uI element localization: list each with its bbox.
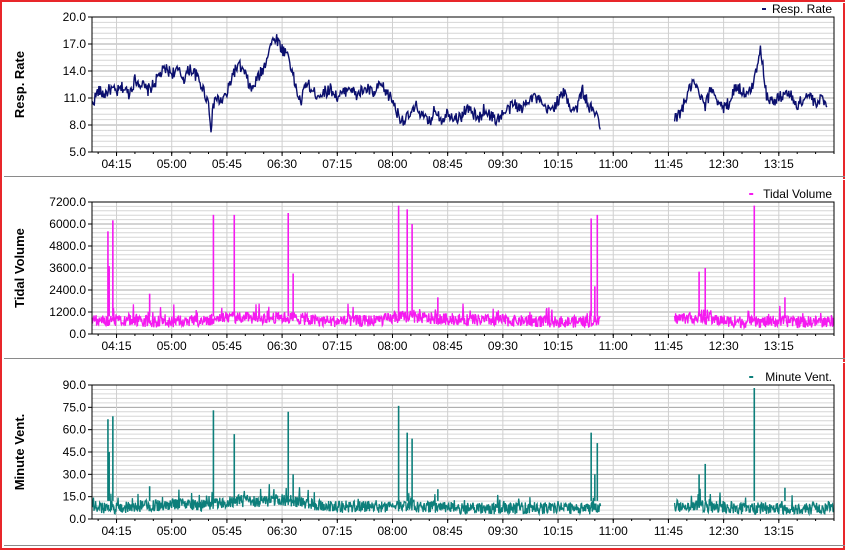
x-tick-label: 08:45: [433, 339, 463, 353]
y-tick-label: 0.0: [69, 512, 86, 526]
y-tick-label: 4800.0: [49, 239, 86, 253]
x-tick-label: 04:15: [102, 524, 132, 538]
minute-vent-panel: 0.0 15.0 30.0 45.0 60.0 75.0 90.0 04:15 05:00 05:…: [4, 362, 845, 546]
y-tick-label: 3600.0: [49, 261, 86, 275]
legend-label: Resp. Rate: [772, 3, 832, 16]
y-tick-label: 8.0: [69, 118, 86, 132]
y-tick-label: 6000.0: [49, 217, 86, 231]
y-tick-label: 0.0: [69, 327, 86, 341]
x-tick-label: 07:15: [322, 339, 352, 353]
y-tick-label: 75.0: [63, 400, 87, 414]
x-tick-label: 07:15: [322, 524, 352, 538]
x-tick-label: 11:00: [599, 524, 628, 538]
x-tick-label: 13:15: [764, 157, 794, 171]
x-tick-label: 06:30: [267, 157, 297, 171]
resp-rate-panel: 5.0 8.0 11.0 14.0 17.0 20.0 04:15 05:00 05:45 06:…: [4, 2, 845, 177]
chart-window: 5.0 8.0 11.0 14.0 17.0 20.0 04:15 05:00 05:45 06:…: [0, 0, 845, 550]
x-tick-label: 11:45: [654, 524, 683, 538]
y-tick-label: 17.0: [63, 37, 87, 51]
x-tick-label: 11:45: [654, 157, 683, 171]
x-tick-label: 08:00: [377, 157, 407, 171]
x-tick-label: 06:30: [267, 524, 297, 538]
y-axis-label: Minute Vent.: [12, 414, 27, 491]
y-tick-label: 7200.0: [49, 195, 86, 209]
x-tick-label: 05:00: [157, 339, 187, 353]
y-tick-label: 14.0: [63, 64, 87, 78]
x-tick-label: 05:45: [212, 524, 242, 538]
y-tick-label: 15.0: [63, 490, 87, 504]
x-tick-label: 10:15: [543, 339, 573, 353]
legend-label: Minute Vent.: [765, 370, 832, 384]
chart-svg: 0.0 15.0 30.0 45.0 60.0 75.0 90.0 04:15 05:00 05:…: [12, 370, 835, 538]
x-tick-label: 10:15: [543, 524, 573, 538]
x-tick-label: 08:45: [433, 157, 463, 171]
x-tick-label: 04:15: [102, 339, 132, 353]
tidal-volume-panel: 0.0 1200.0 2400.0 3600.0 4800.0 6000.0 7200.0 0…: [4, 179, 845, 359]
x-tick-label: 12:30: [709, 339, 739, 353]
y-tick-label: 1200.0: [49, 305, 86, 319]
x-tick-label: 10:15: [543, 157, 573, 171]
x-tick-label: 06:30: [267, 339, 297, 353]
x-tick-label: 05:45: [212, 157, 242, 171]
y-tick-label: 2400.0: [49, 283, 86, 297]
x-tick-label: 04:15: [102, 157, 132, 171]
x-tick-label: 12:30: [709, 157, 739, 171]
x-tick-label: 09:30: [488, 339, 518, 353]
legend-swatch: [749, 193, 754, 195]
x-tick-label: 12:30: [709, 524, 739, 538]
y-tick-label: 45.0: [63, 445, 87, 459]
x-tick-label: 09:30: [488, 524, 518, 538]
chart-svg: 5.0 8.0 11.0 14.0 17.0 20.0 04:15 05:00 05:45 06:…: [12, 2, 835, 171]
x-tick-label: 05:00: [157, 157, 187, 171]
x-tick-label: 13:15: [764, 524, 794, 538]
y-tick-label: 11.0: [64, 91, 87, 105]
x-tick-label: 11:45: [654, 339, 683, 353]
y-tick-label: 90.0: [63, 378, 87, 392]
y-tick-label: 30.0: [63, 467, 87, 481]
y-tick-label: 60.0: [63, 423, 87, 437]
x-tick-label: 13:15: [764, 339, 794, 353]
x-tick-label: 08:00: [377, 339, 407, 353]
x-tick-label: 07:15: [322, 157, 352, 171]
y-tick-label: 20.0: [63, 10, 87, 24]
x-tick-label: 08:00: [377, 524, 407, 538]
legend-label: Tidal Volume: [763, 187, 832, 201]
x-tick-label: 05:00: [157, 524, 187, 538]
y-axis-label: Tidal Volume: [12, 228, 27, 308]
x-tick-label: 08:45: [433, 524, 463, 538]
x-tick-label: 05:45: [212, 339, 242, 353]
legend-swatch: [749, 376, 754, 378]
legend-swatch: [762, 8, 766, 10]
y-tick-label: 5.0: [69, 145, 86, 159]
x-tick-label: 11:00: [599, 339, 628, 353]
y-axis-label: Resp. Rate: [12, 51, 27, 118]
chart-svg: 0.0 1200.0 2400.0 3600.0 4800.0 6000.0 7200.0 0…: [12, 187, 835, 353]
x-tick-label: 09:30: [488, 157, 518, 171]
x-tick-label: 11:00: [599, 157, 628, 171]
